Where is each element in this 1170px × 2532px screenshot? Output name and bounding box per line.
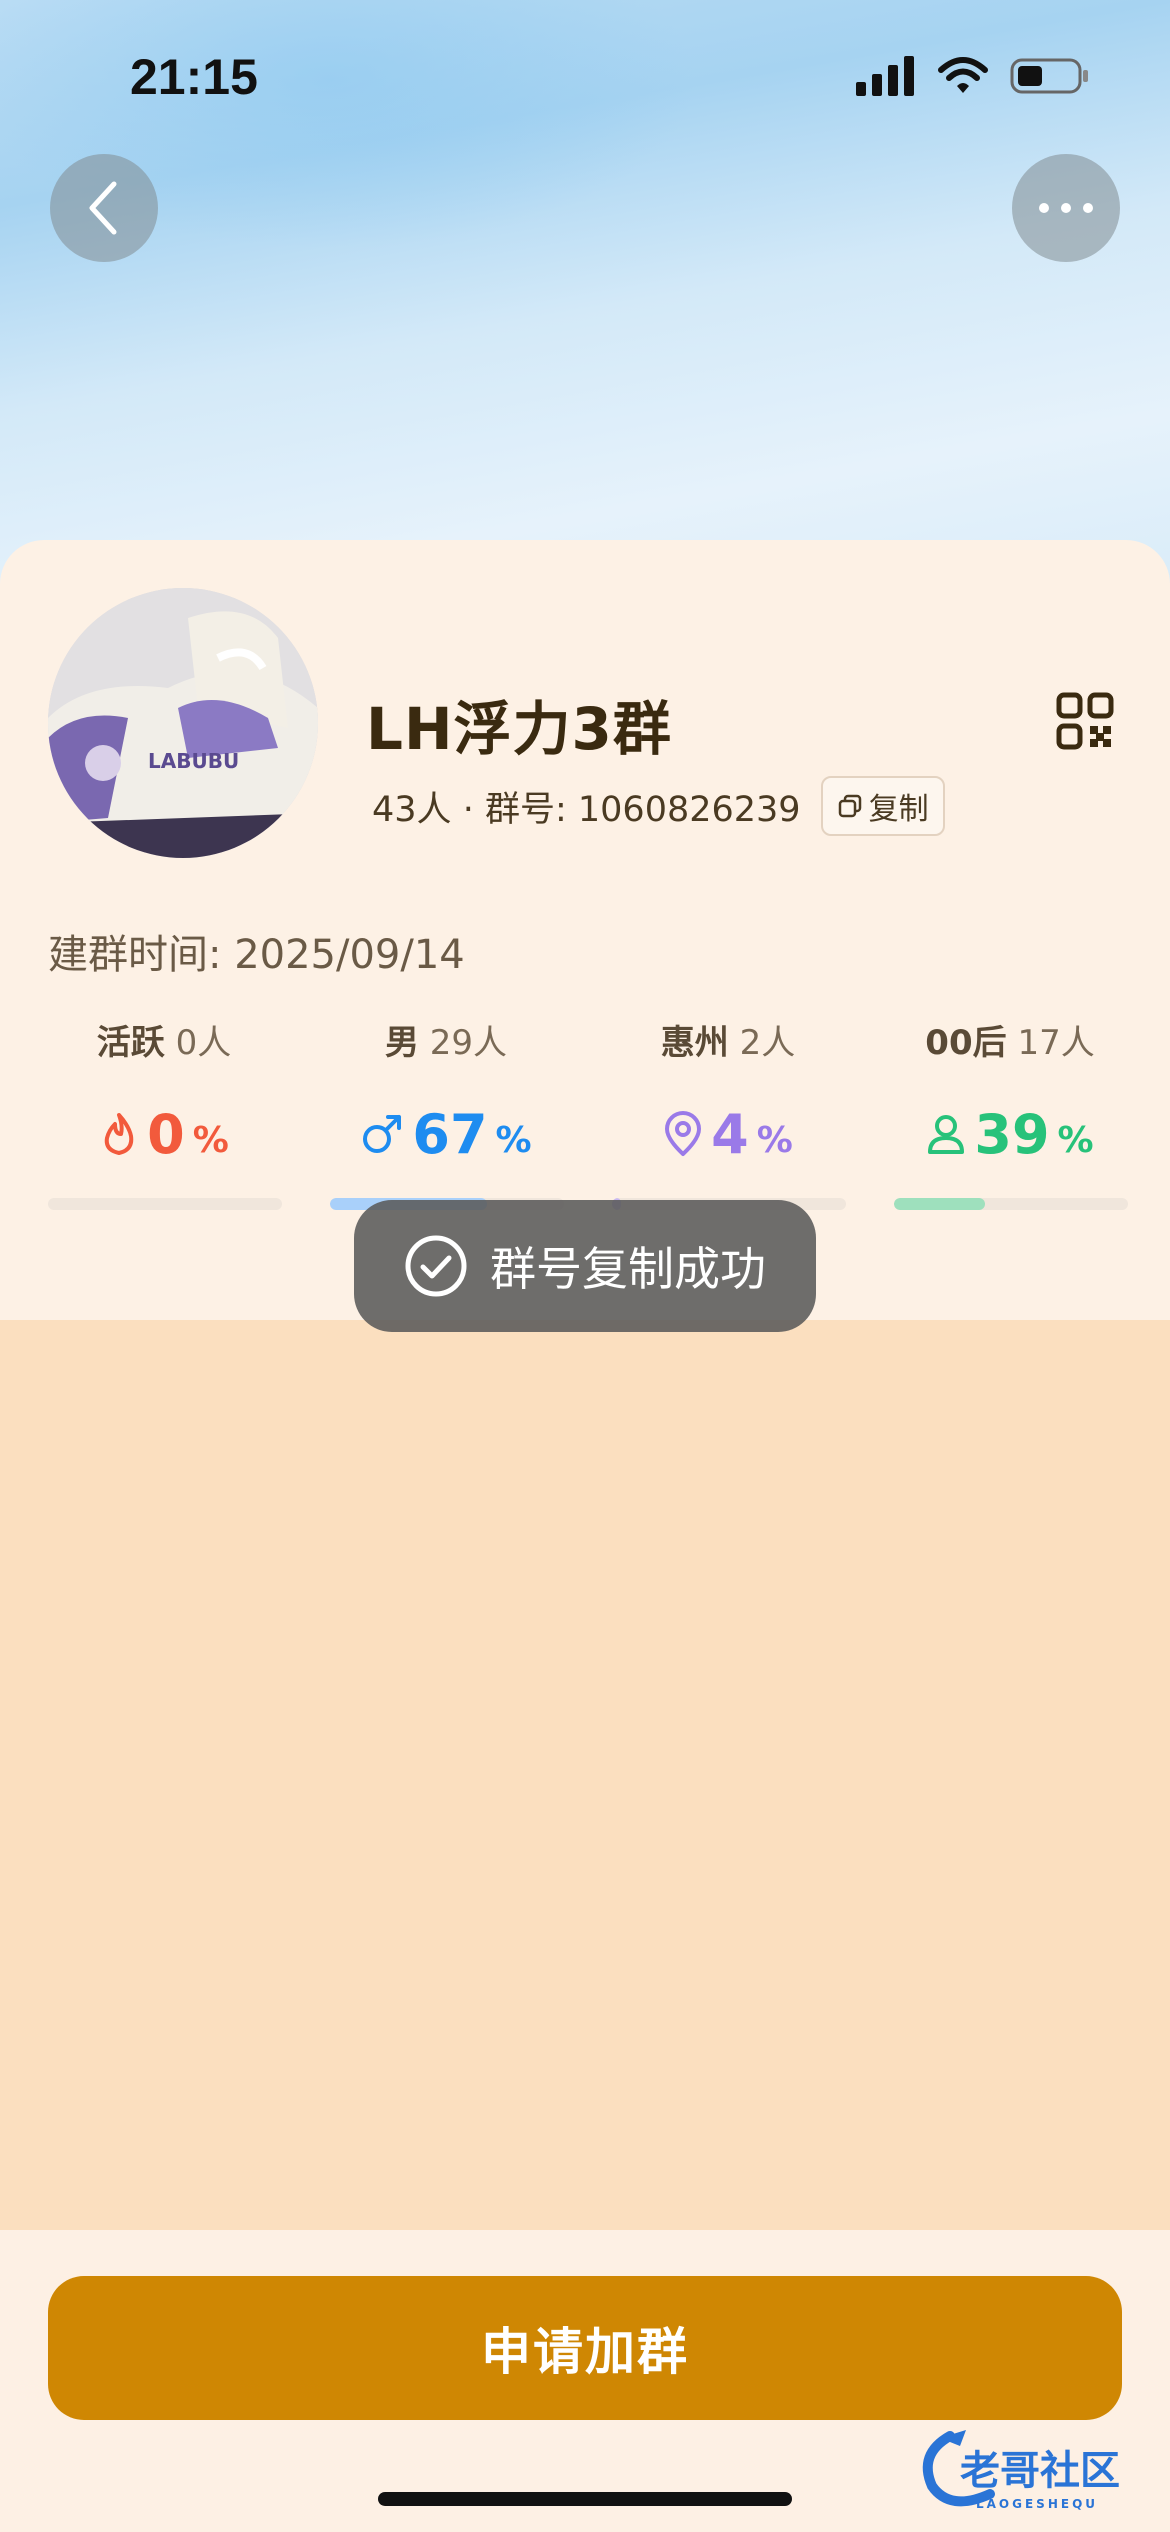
stat-bar-active	[48, 1198, 282, 1210]
location-pin-icon	[665, 1111, 702, 1156]
sneaker-image: LABUBU	[48, 588, 318, 858]
created-date: 建群时间: 2025/09/14	[48, 932, 465, 978]
cellular-signal-icon	[856, 56, 914, 96]
svg-text:LABUBU: LABUBU	[148, 749, 239, 773]
more-button[interactable]	[1012, 154, 1120, 262]
stat-male: 男 29人 67%	[306, 1020, 586, 1166]
toast: 群号复制成功	[354, 1200, 816, 1332]
wifi-icon	[938, 57, 988, 93]
group-name: LH浮力3群	[366, 695, 672, 763]
watermark-text: 老哥社区	[960, 2448, 1120, 2494]
join-group-button[interactable]: 申请加群	[48, 2276, 1122, 2420]
person-icon	[928, 1115, 965, 1154]
stat-age: 00后 17人 39%	[925, 1023, 1095, 1166]
stat-active: 活跃 0人 0%	[96, 1023, 232, 1166]
home-indicator	[378, 2492, 792, 2506]
battery-icon	[1010, 58, 1088, 94]
stat-location: 惠州 2人 4%	[660, 1023, 796, 1166]
watermark-logo: 老哥社区 LAOGESHEQU	[922, 2430, 1120, 2511]
check-circle-icon	[405, 1235, 467, 1297]
toast-text: 群号复制成功	[490, 1242, 766, 1296]
copy-icon	[838, 794, 861, 818]
more-horizontal-icon	[1039, 203, 1093, 213]
watermark-subtext: LAOGESHEQU	[976, 2497, 1098, 2511]
chevron-left-icon	[89, 181, 117, 235]
status-time: 21:15	[130, 49, 258, 105]
copy-label: 复制	[868, 792, 929, 827]
status-indicators	[856, 56, 1090, 96]
group-avatar[interactable]: LABUBU	[48, 588, 318, 858]
content-area	[0, 1320, 1170, 2230]
member-count: 43人 · 群号: 1060826239	[372, 789, 801, 830]
flame-icon	[104, 1113, 134, 1155]
back-button[interactable]	[50, 154, 158, 262]
stat-bar-age	[894, 1198, 1128, 1210]
copy-button[interactable]: 复制	[820, 776, 945, 836]
qr-code-icon[interactable]	[1056, 692, 1114, 750]
male-icon	[363, 1115, 402, 1153]
group-id: 群号: 1060826239	[484, 789, 801, 830]
group-meta: 43人 · 群号: 1060826239 复制	[372, 776, 945, 836]
